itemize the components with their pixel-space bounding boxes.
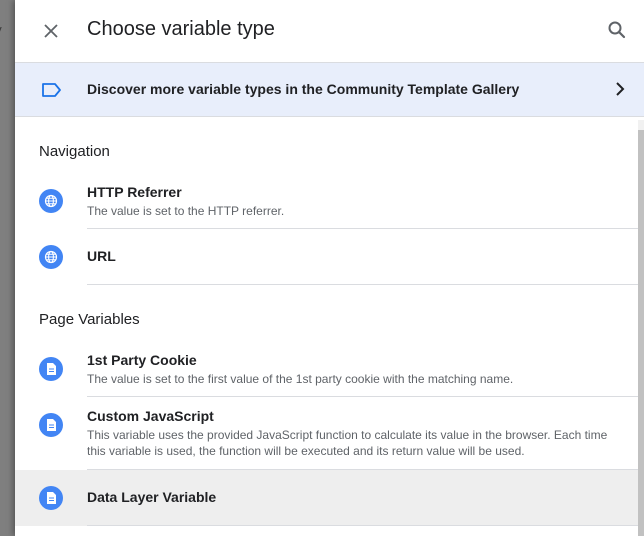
document-icon-badge: [39, 357, 63, 381]
list-item-http-referrer[interactable]: HTTP Referrer The value is set to the HT…: [15, 173, 638, 229]
background-page: av: [0, 0, 15, 536]
variable-type-list: Navigation HTTP Referrer The value is se…: [15, 117, 644, 536]
variable-type-panel: Choose variable type Discover more varia…: [15, 0, 644, 536]
background-text: av: [0, 22, 2, 37]
item-name: URL: [87, 248, 116, 264]
banner-label: Discover more variable types in the Comm…: [87, 81, 520, 97]
list-item-1st-party-cookie[interactable]: 1st Party Cookie The value is set to the…: [15, 341, 638, 397]
item-name: 1st Party Cookie: [87, 352, 197, 368]
close-button[interactable]: [37, 17, 65, 45]
document-icon-badge: [39, 486, 63, 510]
divider: [87, 525, 638, 526]
item-name: HTTP Referrer: [87, 184, 182, 200]
item-description: The value is set to the first value of t…: [87, 372, 514, 386]
list-item-data-layer-variable[interactable]: Data Layer Variable: [15, 470, 638, 526]
document-icon: [47, 363, 56, 375]
item-name: Custom JavaScript: [87, 408, 214, 424]
document-icon-badge: [39, 413, 63, 437]
globe-icon-badge: [39, 245, 63, 269]
panel-header: Choose variable type: [15, 0, 644, 62]
tag-icon: [42, 83, 61, 97]
item-description: The value is set to the HTTP referrer.: [87, 204, 285, 218]
community-gallery-banner[interactable]: Discover more variable types in the Comm…: [15, 62, 644, 117]
scrollbar-thumb[interactable]: [638, 130, 644, 536]
section-title-page-variables: Page Variables: [39, 311, 140, 328]
globe-icon: [44, 250, 58, 264]
globe-icon-badge: [39, 189, 63, 213]
list-item-url[interactable]: URL: [15, 229, 638, 285]
list-item-custom-javascript[interactable]: Custom JavaScript This variable uses the…: [15, 397, 638, 470]
document-icon: [47, 492, 56, 504]
chevron-right-icon: [616, 82, 625, 96]
search-icon: [608, 21, 626, 39]
page-title: Choose variable type: [87, 18, 275, 40]
close-icon: [44, 24, 58, 38]
scrollbar[interactable]: [638, 120, 644, 536]
item-name: Data Layer Variable: [87, 489, 217, 505]
globe-icon: [44, 194, 58, 208]
item-description: This variable uses the provided JavaScri…: [87, 428, 608, 458]
section-title-navigation: Navigation: [39, 143, 110, 160]
divider: [87, 284, 638, 285]
document-icon: [47, 419, 56, 431]
search-button[interactable]: [602, 15, 632, 45]
